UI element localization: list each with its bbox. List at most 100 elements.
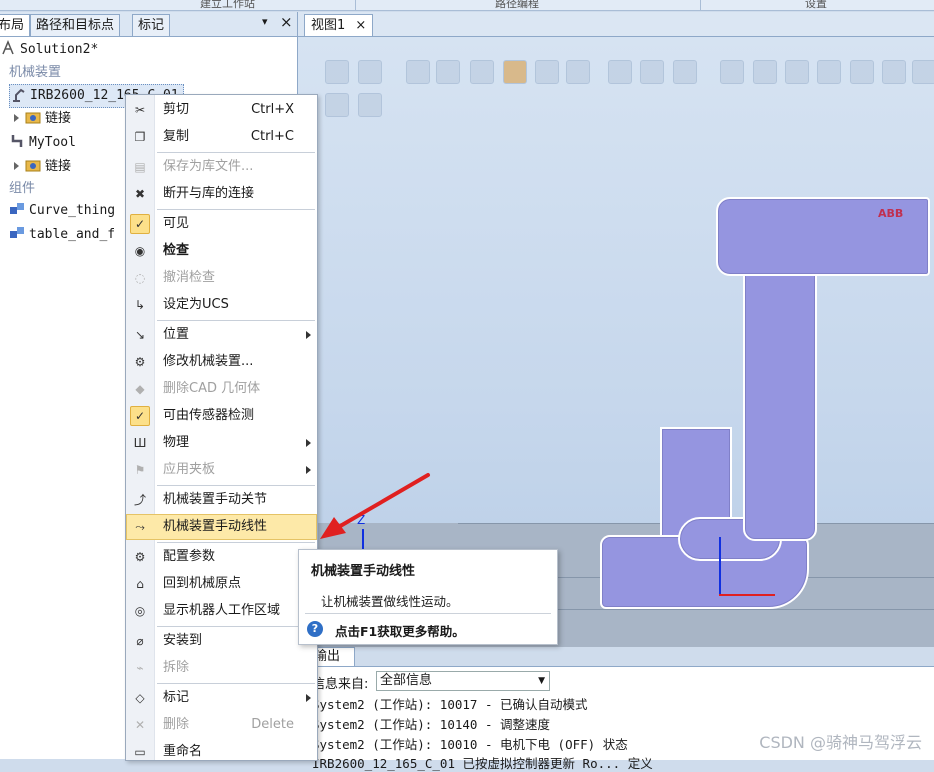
ribbon-group-label[interactable]: 建立工作站 xyxy=(200,0,255,11)
tree-item-component[interactable]: table_and_f xyxy=(9,224,115,246)
pin-dropdown-icon[interactable]: ▾ xyxy=(262,15,268,28)
copy-icon: ❐ xyxy=(134,130,146,144)
select-curve-icon[interactable] xyxy=(406,60,430,84)
stop-icon[interactable] xyxy=(358,93,382,117)
ribbon-group-label[interactable]: 设置 xyxy=(805,0,827,11)
menu-item: ⚑ 应用夹板 xyxy=(126,457,317,483)
robot-lower-arm[interactable] xyxy=(743,237,817,541)
snap-object-icon[interactable] xyxy=(720,60,744,84)
jog-joint-icon: ⤴ xyxy=(133,493,146,507)
menu-item[interactable]: ▭ 重命名 xyxy=(126,739,317,760)
view-all-icon[interactable] xyxy=(325,60,349,84)
tree-item-label: 链接 xyxy=(45,159,72,174)
expand-arrow-icon[interactable] xyxy=(14,114,19,122)
menu-item[interactable]: ⚙ 修改机械装置... xyxy=(126,349,317,375)
menu-item[interactable]: ↘ 位置 xyxy=(126,322,317,348)
tree-item-tool[interactable]: MyTool xyxy=(9,132,76,154)
view-tab-bar: 视图1 × xyxy=(298,12,934,37)
menu-item-label: 拆除 xyxy=(163,660,190,675)
select-body-icon[interactable] xyxy=(470,60,494,84)
tree-item-component[interactable]: Curve_thing xyxy=(9,200,115,222)
menu-item-label: 机械装置手动关节 xyxy=(163,492,268,507)
select-surface-icon[interactable] xyxy=(436,60,460,84)
menu-item-label: 复制 xyxy=(163,129,190,144)
solution-icon xyxy=(2,40,14,55)
select-frame-icon[interactable] xyxy=(673,60,697,84)
snap-grid-icon[interactable] xyxy=(912,60,934,84)
menu-item-label: 设定为UCS xyxy=(163,297,229,312)
menu-separator xyxy=(157,626,315,627)
tab-tags[interactable]: 标记 xyxy=(132,14,171,36)
menu-item[interactable]: ⌀ 安装到 xyxy=(126,628,317,654)
component-icon xyxy=(10,227,24,238)
select-mechanism-icon[interactable] xyxy=(566,60,590,84)
links-folder-icon xyxy=(25,160,41,172)
axis-z-line xyxy=(719,537,721,595)
menu-item[interactable]: ✓ 可见 xyxy=(126,211,317,237)
submenu-arrow-icon xyxy=(306,694,311,702)
message-filter-select[interactable]: 全部信息 ▼ xyxy=(376,671,550,691)
menu-item[interactable]: ◇ 标记 xyxy=(126,685,317,711)
menu-item[interactable]: ◎ 显示机器人工作区域 xyxy=(126,598,317,624)
menu-item[interactable]: ❐ 复制 Ctrl+C xyxy=(126,124,317,150)
submenu-arrow-icon xyxy=(306,331,311,339)
snap-end-icon[interactable] xyxy=(850,60,874,84)
tree-item-solution[interactable]: Solution2* xyxy=(0,39,98,61)
snap-edge-icon[interactable] xyxy=(785,60,809,84)
menu-item[interactable]: ⌂ 回到机械原点 xyxy=(126,571,317,597)
snap-midpoint-icon[interactable] xyxy=(817,60,841,84)
menu-item-label: 修改机械装置... xyxy=(163,354,254,369)
select-group-icon[interactable] xyxy=(535,60,559,84)
menu-item: ◌ 撤消检查 xyxy=(126,265,317,291)
close-icon[interactable]: × xyxy=(280,13,293,31)
menu-item[interactable]: ◉ 检查 xyxy=(126,238,317,264)
tree-item-label: table_and_f xyxy=(29,227,116,242)
menu-item-shortcut: Delete xyxy=(251,717,294,732)
menu-item[interactable]: ✓ 可由传感器检测 xyxy=(126,403,317,429)
menu-item[interactable]: ⚙ 配置参数 xyxy=(126,544,317,570)
tooltip-divider xyxy=(305,613,551,614)
menu-item-label: 断开与库的连接 xyxy=(163,186,255,201)
play-icon[interactable] xyxy=(325,93,349,117)
menu-item[interactable]: ✂ 剪切 Ctrl+X xyxy=(126,97,317,123)
menu-item-label: 检查 xyxy=(163,243,190,258)
menu-item[interactable]: ⤴ 机械装置手动关节 xyxy=(126,487,317,513)
snap-local-origin-icon[interactable] xyxy=(882,60,906,84)
tool-icon xyxy=(11,135,23,147)
menu-item-label: 撤消检查 xyxy=(163,270,216,285)
tree-category-mechanisms: 机械装置 xyxy=(9,65,62,80)
tooltip-description: 让机械装置做线性运动。 xyxy=(321,594,459,609)
axis-x-line xyxy=(719,594,775,596)
output-message[interactable]: System2 (工作站): 10010 - 电机下电 (OFF) 状态 xyxy=(312,734,628,753)
menu-item[interactable]: ↳ 设定为UCS xyxy=(126,292,317,318)
select-target-icon[interactable] xyxy=(608,60,632,84)
menu-item-label: 删除CAD 几何体 xyxy=(163,381,261,396)
menu-item[interactable]: Ш 物理 xyxy=(126,430,317,456)
menu-item[interactable]: ⤳ 机械装置手动线性 xyxy=(126,514,317,540)
output-message[interactable]: System2 (工作站): 10140 - 调整速度 xyxy=(312,714,550,733)
snap-center-icon[interactable] xyxy=(753,60,777,84)
menu-item-label: 显示机器人工作区域 xyxy=(163,603,281,618)
tree-item-links[interactable]: 链接 xyxy=(14,108,71,130)
tree-item-links[interactable]: 链接 xyxy=(14,156,71,178)
select-path-icon[interactable] xyxy=(640,60,664,84)
menu-item-label: 删除 xyxy=(163,717,190,732)
tab-paths-targets[interactable]: 路径和目标点 xyxy=(30,14,121,36)
menu-item[interactable]: ✖ 断开与库的连接 xyxy=(126,181,317,207)
output-message[interactable]: System2 (工作站): 10017 - 已确认自动模式 xyxy=(312,694,588,713)
jog-linear-icon: ⤳ xyxy=(135,520,145,534)
output-message[interactable]: IRB2600_12_165_C_01 已按虚拟控制器更新 Ro... 定义 xyxy=(312,753,653,772)
close-icon[interactable]: × xyxy=(355,18,366,33)
attach-icon: ⌀ xyxy=(136,634,144,648)
menu-item-label: 重命名 xyxy=(163,744,203,759)
tab-layout[interactable]: 布局 xyxy=(0,14,31,36)
ribbon-group-label[interactable]: 路径编程 xyxy=(495,0,539,11)
menu-item: ✕ 删除 Delete xyxy=(126,712,317,738)
menu-item-label: 可见 xyxy=(163,216,190,231)
tab-view1[interactable]: 视图1 × xyxy=(304,14,374,36)
inspect-icon: ◉ xyxy=(134,244,146,258)
view-center-icon[interactable] xyxy=(358,60,382,84)
menu-item-label: 机械装置手动线性 xyxy=(163,519,268,534)
select-part-icon[interactable] xyxy=(503,60,527,84)
expand-arrow-icon[interactable] xyxy=(14,162,19,170)
